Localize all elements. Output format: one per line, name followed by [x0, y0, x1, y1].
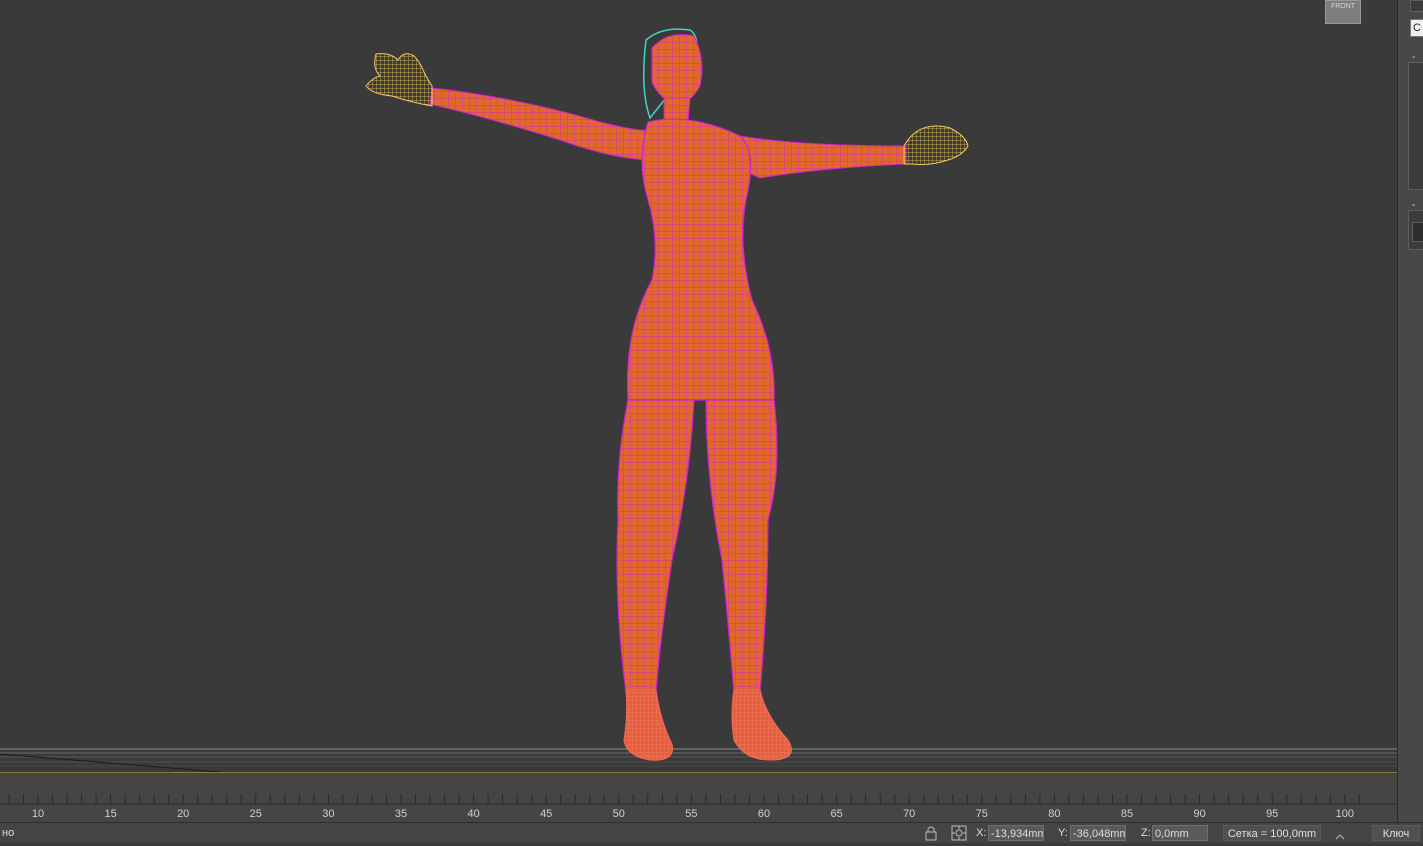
y-label: Y:: [1058, 827, 1068, 839]
rollout-button[interactable]: [1412, 222, 1423, 242]
ruler-tick-label: 70: [903, 808, 915, 820]
x-coordinate-field[interactable]: -13,934mm: [988, 825, 1044, 841]
status-bar: но X: -13,934mm Y: -36,048mm Z: 0,0mm Се…: [0, 822, 1423, 843]
left-foot: [623, 689, 674, 761]
ruler-tick-label: 15: [104, 808, 116, 820]
ruler-tick-label: 50: [613, 808, 625, 820]
ruler-tick-label: 55: [685, 808, 697, 820]
y-coordinate-field[interactable]: -36,048mm: [1070, 825, 1126, 841]
panel-button[interactable]: [1410, 0, 1423, 12]
ruler-tick-label: 30: [322, 808, 334, 820]
track-bar[interactable]: 10 15 20 25 30 35 40 45 50 55 60 65 70 75 80 85 90 95 100: [0, 773, 1397, 822]
left-hand: [365, 53, 433, 107]
left-leg: [616, 399, 695, 693]
right-foot: [731, 689, 792, 761]
viewcube-label: FRONT: [1330, 3, 1356, 10]
time-tag-icon[interactable]: [1334, 825, 1348, 841]
ruler-tick-label: 60: [758, 808, 770, 820]
ruler-tick-label: 80: [1048, 808, 1060, 820]
right-leg: [705, 399, 778, 693]
ground-grid: [0, 748, 1397, 772]
ruler-tick-label: 90: [1193, 808, 1205, 820]
right-hand: [903, 125, 969, 165]
command-panel: C - -: [1397, 0, 1423, 822]
rollout-panel-1: [1408, 62, 1423, 190]
ruler-tick-label: 45: [540, 808, 552, 820]
ruler-tick-label: 100: [1336, 808, 1354, 820]
front-viewport[interactable]: FRONT: [0, 0, 1397, 773]
timeline-ruler[interactable]: 10 15 20 25 30 35 40 45 50 55 60 65 70 75 80 85 90 95 100: [0, 788, 1397, 822]
left-arm: [429, 87, 651, 161]
character-mesh[interactable]: [0, 0, 1397, 772]
head: [651, 34, 703, 105]
z-label: Z:: [1141, 827, 1151, 839]
z-coordinate-field[interactable]: 0,0mm: [1152, 825, 1208, 841]
absolute-transform-icon[interactable]: [951, 825, 969, 841]
status-prompt-text: но: [2, 827, 15, 839]
viewcube[interactable]: FRONT: [1325, 0, 1361, 24]
ruler-tick-label: 20: [177, 808, 189, 820]
ruler-tick-label: 10: [32, 808, 44, 820]
ruler-tick-label: 40: [467, 808, 479, 820]
ruler-tick-label: 25: [250, 808, 262, 820]
ruler-tick-label: 75: [976, 808, 988, 820]
grid-size-display: Сетка = 100,0mm: [1223, 825, 1321, 841]
ruler-tick-label: 65: [830, 808, 842, 820]
ruler-tick-label: 35: [395, 808, 407, 820]
x-label: X:: [976, 827, 987, 839]
right-arm: [739, 135, 907, 179]
ruler-tick-label: 95: [1266, 808, 1278, 820]
set-key-button[interactable]: Ключ: [1372, 825, 1420, 841]
object-type-dropdown[interactable]: C: [1410, 19, 1423, 37]
ruler-tick-label: 85: [1121, 808, 1133, 820]
lock-icon[interactable]: [924, 825, 940, 841]
